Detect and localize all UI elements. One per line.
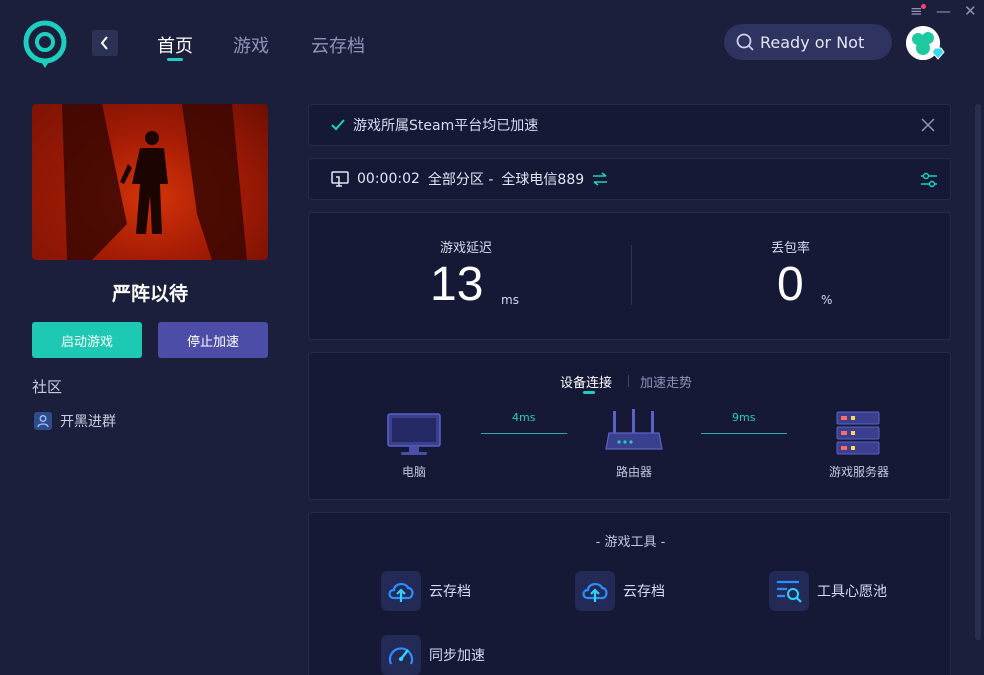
search-box[interactable]: Ready or Not xyxy=(724,24,892,60)
notification-dot xyxy=(921,4,926,9)
chevron-left-icon xyxy=(100,36,108,50)
packet-loss-value: 0 xyxy=(777,258,804,311)
server-icon xyxy=(836,411,880,455)
device-label-computer: 电脑 xyxy=(401,465,426,479)
minimize-button[interactable]: — xyxy=(936,2,951,20)
tool-label: 同步加速 xyxy=(429,648,485,664)
monitor-icon xyxy=(331,171,349,187)
elapsed-time: 00:00:02 xyxy=(357,171,420,187)
search-input[interactable]: Ready or Not xyxy=(760,33,864,52)
community-item-label: 开黑进群 xyxy=(60,414,116,430)
stats-panel: 游戏延迟 13 ms 丢包率 0 % xyxy=(308,212,951,340)
device-tab-indicator xyxy=(583,391,595,394)
packet-loss-label: 丢包率 xyxy=(771,241,811,256)
router-icon xyxy=(605,409,663,450)
tab-games[interactable]: 游戏 xyxy=(233,32,269,58)
community-item-group[interactable]: 开黑进群 xyxy=(34,411,116,431)
link-line-2 xyxy=(701,433,787,434)
notice-text: 游戏所属Steam平台均已加速 xyxy=(353,118,539,134)
game-cover-image xyxy=(32,104,268,260)
tool-label: 云存档 xyxy=(623,584,665,600)
computer-icon xyxy=(387,413,441,455)
tab-home[interactable]: 首页 xyxy=(157,32,193,58)
route-node: 全球电信889 xyxy=(501,172,585,188)
route-info-bar: 00:00:02 全部分区 - 全球电信889 xyxy=(308,158,951,200)
search-list-icon xyxy=(769,571,809,611)
tool-label: 工具心愿池 xyxy=(817,584,887,600)
link-latency-2: 9ms xyxy=(732,411,756,424)
tool-cloud-save-2[interactable]: 云存档 xyxy=(575,571,665,611)
tools-title: - 游戏工具 - xyxy=(595,535,666,550)
latency-unit: ms xyxy=(501,293,519,307)
check-icon xyxy=(331,119,345,131)
tab-separator xyxy=(628,375,629,387)
acceleration-notice: 游戏所属Steam平台均已加速 xyxy=(308,104,951,146)
back-button[interactable] xyxy=(92,30,118,56)
tool-sync-acceleration[interactable]: 同步加速 xyxy=(381,635,485,675)
community-heading: 社区 xyxy=(32,378,63,396)
tab-device-connection[interactable]: 设备连接 xyxy=(560,372,612,391)
stats-divider xyxy=(631,245,632,305)
tool-cloud-save-1[interactable]: 云存档 xyxy=(381,571,471,611)
scrollbar[interactable] xyxy=(975,104,981,640)
device-label-router: 路由器 xyxy=(615,465,652,479)
tool-label: 云存档 xyxy=(429,584,471,600)
route-region: 全部分区 - xyxy=(427,172,494,188)
user-group-icon xyxy=(34,412,52,430)
sliders-icon[interactable] xyxy=(920,171,938,189)
tab-acceleration-trend[interactable]: 加速走势 xyxy=(640,372,692,391)
device-connection-panel: 设备连接 加速走势 电脑 4ms 路由器 9ms 游戏服务器 xyxy=(308,352,951,500)
avatar[interactable] xyxy=(906,26,945,60)
tab-active-indicator xyxy=(167,58,183,61)
game-title: 严阵以待 xyxy=(111,283,188,305)
latency-value: 13 xyxy=(430,258,484,311)
tool-wishlist[interactable]: 工具心愿池 xyxy=(769,571,887,611)
tab-cloud-save[interactable]: 云存档 xyxy=(311,32,365,58)
link-line-1 xyxy=(481,433,567,434)
device-label-server: 游戏服务器 xyxy=(828,465,889,479)
game-tools-panel: - 游戏工具 - 云存档 云存档 工具心愿池 同步加速 xyxy=(308,512,951,675)
search-icon xyxy=(736,33,754,51)
link-latency-1: 4ms xyxy=(512,411,536,424)
cloud-upload-icon xyxy=(381,571,421,611)
packet-loss-unit: % xyxy=(821,293,833,307)
start-game-button[interactable]: 启动游戏 xyxy=(32,322,142,358)
stop-acceleration-button[interactable]: 停止加速 xyxy=(158,322,268,358)
gauge-icon xyxy=(381,635,421,675)
close-icon[interactable] xyxy=(920,117,936,133)
cloud-upload-icon xyxy=(575,571,615,611)
latency-label: 游戏延迟 xyxy=(440,241,493,256)
switch-node-button[interactable] xyxy=(592,172,608,186)
app-logo xyxy=(22,20,68,70)
close-button[interactable]: ✕ xyxy=(964,2,977,20)
switch-arrows-icon xyxy=(593,172,608,186)
